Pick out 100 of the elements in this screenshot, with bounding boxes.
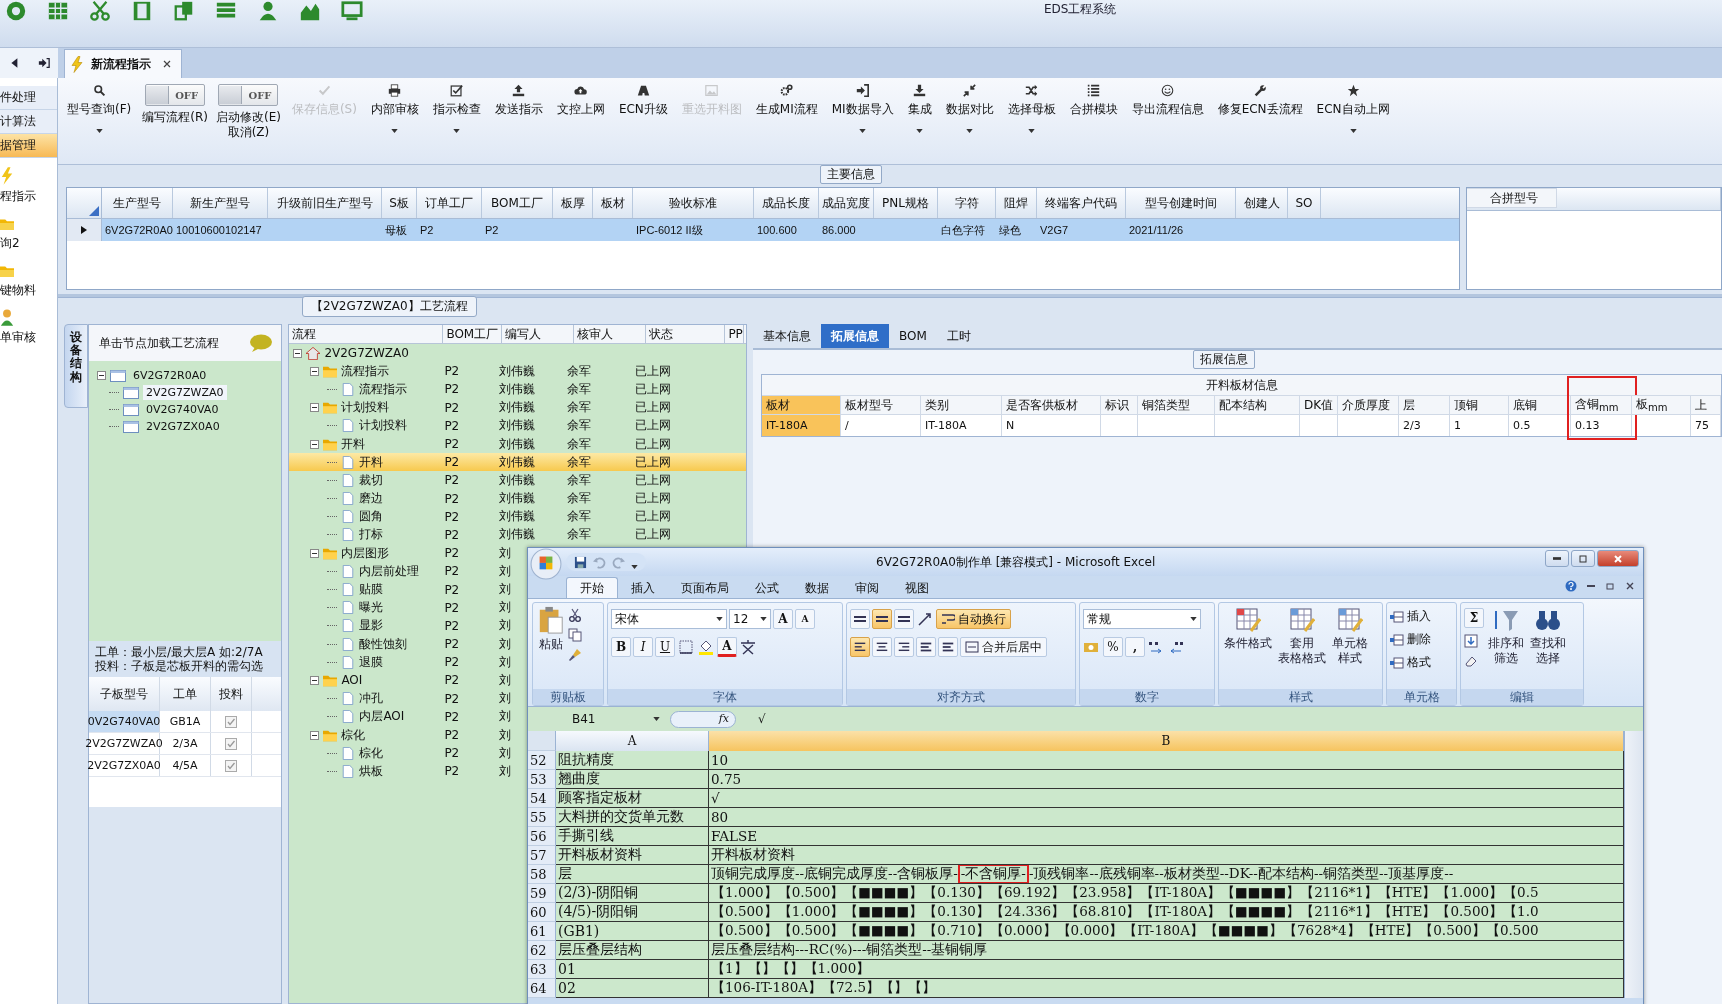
- column-header[interactable]: BOM工厂: [482, 188, 553, 218]
- sheet-cell[interactable]: 阻抗精度: [556, 751, 709, 770]
- ring-icon[interactable]: [4, 0, 28, 22]
- toolbar-button[interactable]: 发送指示: [491, 82, 546, 119]
- checkbox[interactable]: [225, 737, 237, 750]
- office-button-icon[interactable]: [530, 548, 562, 580]
- column-header[interactable]: 板厚: [553, 188, 593, 218]
- vertical-align-button[interactable]: [894, 609, 914, 629]
- ribbon-tab[interactable]: 数据: [792, 578, 842, 598]
- tree-item[interactable]: 贴膜: [359, 581, 384, 599]
- collapse-icon[interactable]: [310, 439, 320, 449]
- vertical-scrollbar[interactable]: [1624, 731, 1643, 998]
- table-cell[interactable]: 0V2G740VA0: [89, 711, 160, 732]
- insert-function-label[interactable]: fx: [718, 711, 729, 727]
- autosum-button[interactable]: Σ: [1464, 608, 1484, 628]
- scissors-icon[interactable]: [568, 608, 582, 622]
- tab[interactable]: 工时: [936, 324, 981, 348]
- side-tab[interactable]: 设备结构: [64, 324, 88, 408]
- sheet-cell[interactable]: (4/5)-阴阳铜: [556, 903, 709, 922]
- restore-icon[interactable]: [1605, 581, 1615, 591]
- percent-button[interactable]: %: [1103, 637, 1123, 657]
- sheet-cell[interactable]: (2/3)-阴阳铜: [556, 884, 709, 903]
- ribbon-button[interactable]: 套用 表格格式: [1276, 606, 1328, 666]
- ribbon-tab[interactable]: 页面布局: [668, 578, 742, 598]
- ribbon-tab[interactable]: 公式: [742, 578, 792, 598]
- document-tab[interactable]: 新流程指示: [64, 49, 182, 78]
- orientation-icon[interactable]: [916, 611, 934, 627]
- column-header[interactable]: 成品宽度: [819, 188, 874, 218]
- monitor-icon[interactable]: [340, 0, 364, 22]
- row-header[interactable]: 55: [528, 808, 556, 827]
- sheet-cell[interactable]: 开料板材资料: [556, 846, 709, 865]
- column-header[interactable]: PNL规格: [874, 188, 938, 218]
- tree-item[interactable]: 内层AOI: [359, 708, 405, 726]
- column-header[interactable]: 工单: [160, 677, 211, 711]
- tree-item[interactable]: 6V2G72R0A0: [130, 368, 210, 383]
- column-header[interactable]: 创建人: [1236, 188, 1288, 218]
- horizontal-align-button[interactable]: [872, 637, 892, 657]
- tab[interactable]: 基本信息: [753, 324, 821, 348]
- fill-color-icon[interactable]: [697, 639, 715, 655]
- toolbar-button[interactable]: ECN自动上网: [1313, 82, 1393, 119]
- column-header[interactable]: 升级前旧生产型号: [268, 188, 382, 218]
- column-header[interactable]: 型号创建时间: [1126, 188, 1236, 218]
- underline-button[interactable]: U: [655, 637, 675, 657]
- ribbon-tab[interactable]: 审阅: [842, 578, 892, 598]
- tree-item[interactable]: 2V2G7ZX0A0: [143, 419, 223, 434]
- tree-item[interactable]: 内层前处理: [359, 562, 420, 580]
- ribbon-tab[interactable]: 插入: [618, 578, 668, 598]
- toolbar-button[interactable]: 指示检查: [429, 82, 484, 119]
- column-header[interactable]: 终端客户代码: [1037, 188, 1126, 218]
- fill-down-icon[interactable]: [1464, 634, 1478, 648]
- horizontal-align-button[interactable]: [894, 637, 914, 657]
- phonetic-icon[interactable]: [739, 639, 757, 655]
- increase-indent-button[interactable]: [938, 637, 958, 657]
- sign-in-icon[interactable]: [37, 57, 50, 69]
- tab[interactable]: BOM: [889, 324, 937, 348]
- toolbar-button[interactable]: 导出流程信息: [1128, 82, 1207, 119]
- column-header[interactable]: 核审人: [574, 325, 647, 343]
- toolbar-button[interactable]: 集成: [904, 82, 935, 119]
- vertical-align-button[interactable]: [872, 609, 892, 629]
- collapse-icon[interactable]: [310, 675, 320, 685]
- nav-item[interactable]: 键物料: [0, 282, 36, 299]
- nav-item[interactable]: 程指示: [0, 188, 36, 205]
- ribbon-button[interactable]: 单元格 样式: [1330, 606, 1370, 666]
- row-header[interactable]: 62: [528, 941, 556, 960]
- font-name-field[interactable]: 宋体: [611, 609, 727, 629]
- tree-item[interactable]: 曝光: [359, 599, 384, 617]
- checkbox[interactable]: [225, 715, 237, 728]
- nav-item[interactable]: 单审核: [0, 329, 36, 346]
- close-icon[interactable]: [1625, 581, 1635, 591]
- tree-item[interactable]: 开料: [341, 435, 366, 453]
- ribbon-button[interactable]: 查找和 选择: [1528, 606, 1568, 666]
- collapse-icon[interactable]: [293, 348, 303, 358]
- column-header[interactable]: 合拼型号: [1467, 188, 1557, 208]
- sheet-cell[interactable]: 层: [556, 865, 709, 884]
- sheet-cell[interactable]: 01: [556, 960, 709, 979]
- collapse-icon[interactable]: [310, 548, 320, 558]
- tree-item[interactable]: 内层图形: [341, 544, 390, 562]
- toggle-switch[interactable]: OFF: [145, 84, 206, 106]
- tree-item[interactable]: 磨边: [359, 490, 384, 508]
- sheet-cell[interactable]: 顾客指定板材: [556, 789, 709, 808]
- tree-item[interactable]: 打标: [359, 526, 384, 544]
- scissors-icon[interactable]: [88, 0, 112, 22]
- sheet-cell[interactable]: √: [709, 789, 1624, 808]
- column-header[interactable]: 流程: [289, 325, 444, 343]
- sheet-cell[interactable]: (GB1): [556, 922, 709, 941]
- column-header[interactable]: 新生产型号: [173, 188, 268, 218]
- column-header[interactable]: 验收标准: [633, 188, 754, 218]
- column-header[interactable]: 阻焊: [996, 188, 1037, 218]
- tree-item[interactable]: 烘板: [359, 762, 384, 780]
- save-icon[interactable]: [574, 555, 587, 569]
- sheet-cell[interactable]: 顶铜完成厚度--底铜完成厚度--含铜板厚- -不含铜厚- -顶残铜率--底残铜率--板材类型--DK--配本结构--铜箔类型--顶基厚度--: [709, 865, 1624, 884]
- row-header[interactable]: 53: [528, 770, 556, 789]
- tree-item[interactable]: 流程指示: [359, 380, 408, 398]
- grow-font-button[interactable]: A: [773, 609, 793, 629]
- toolbar-button[interactable]: 合拼模块: [1066, 82, 1121, 119]
- row-header[interactable]: 60: [528, 903, 556, 922]
- column-header[interactable]: 订单工厂: [417, 188, 482, 218]
- copy-icon[interactable]: [568, 628, 582, 642]
- tree-item[interactable]: 冲孔: [359, 690, 384, 708]
- tree-item[interactable]: 显影: [359, 617, 384, 635]
